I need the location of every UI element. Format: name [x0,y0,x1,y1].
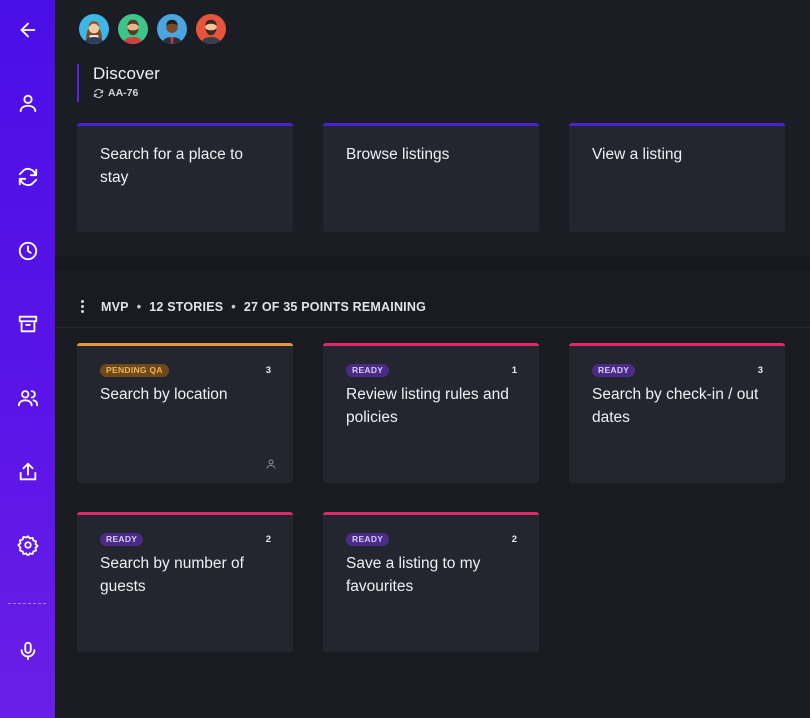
sidebar-item-profile[interactable] [0,83,55,123]
user-icon [266,459,276,469]
avatar[interactable] [155,12,189,46]
release-divider [55,327,810,328]
clock-icon [18,241,37,261]
story-title: Search by location [100,386,228,403]
avatar[interactable] [194,12,228,46]
archive-icon [18,315,37,333]
story-status-bar [569,343,785,346]
sync-icon [93,88,104,98]
woman-avatar-icon [79,14,109,44]
feature-card[interactable]: Search for a place to stay [77,123,293,232]
story-status-bar [77,343,293,346]
separator-dot: • [231,299,236,314]
status-badge: READY [100,533,144,546]
story-status-bar [77,512,293,515]
status-badge: READY [592,364,636,377]
share-icon [19,462,36,481]
settings-gear-icon [16,535,39,556]
sidebar-item-archive[interactable] [0,304,55,344]
bearded-man-avatar-icon [118,14,148,44]
feature-card[interactable]: Browse listings [323,123,539,232]
sidebar-item-history[interactable] [0,231,55,271]
story-title: Search by number of guests [100,555,244,595]
feature-title: Browse listings [346,146,450,163]
separator-dot: • [136,299,142,314]
assignee-button[interactable] [265,457,277,469]
story-title: Search by check-in / out dates [592,386,759,426]
section-divider [55,256,810,270]
story-title: Save a listing to my favourites [346,555,481,595]
story-card[interactable]: READY 2 Save a listing to my favourites [323,512,539,652]
man-suit-avatar-icon [157,14,187,44]
feature-card-bar [77,123,293,126]
sidebar [0,0,55,718]
epic-title: Discover [93,64,160,83]
status-badge: PENDING QA [100,364,169,377]
story-map: Discover AA-76 Search for a place to sta… [55,0,810,718]
story-points: 1 [511,365,517,376]
refresh-icon [18,168,37,186]
status-badge: READY [346,364,390,377]
release-name: MVP [101,299,129,314]
release-header: MVP • 12 STORIES • 27 OF 35 POINTS REMAI… [77,299,426,314]
back-arrow-icon [20,22,35,38]
release-story-count: 12 STORIES [149,299,224,314]
users-icon [17,390,38,407]
status-badge: READY [346,533,390,546]
sidebar-item-export[interactable] [0,452,55,492]
microphone-icon [20,641,35,661]
story-card[interactable]: PENDING QA 3 Search by location [77,343,293,483]
user-icon [19,94,36,113]
back-button[interactable] [0,10,55,50]
story-card[interactable]: READY 2 Search by number of guests [77,512,293,652]
epic-header[interactable]: Discover AA-76 [77,64,160,102]
avatar[interactable] [77,12,111,46]
story-card[interactable]: READY 1 Review listing rules and policie… [323,343,539,483]
story-status-bar [323,512,539,515]
story-card[interactable]: READY 3 Search by check-in / out dates [569,343,785,483]
story-status-bar [323,343,539,346]
sidebar-item-settings[interactable] [0,525,55,565]
feature-card-bar [323,123,539,126]
story-points: 3 [757,365,763,376]
epic-id: AA-76 [93,87,160,99]
feature-title: View a listing [592,146,683,163]
feature-card[interactable]: View a listing [569,123,785,232]
story-title: Review listing rules and policies [346,386,509,426]
epic-section: Discover AA-76 Search for a place to sta… [55,0,810,256]
sidebar-item-team[interactable] [0,378,55,418]
story-points: 2 [511,534,517,545]
sidebar-divider [8,603,46,604]
release-points-remaining: 27 OF 35 POINTS REMAINING [243,299,426,314]
voice-input-button[interactable] [0,631,55,671]
redhead-man-avatar-icon [196,14,226,44]
story-points: 2 [265,534,271,545]
epic-id-label: AA-76 [108,87,139,99]
kebab-menu-icon[interactable] [77,299,87,314]
story-points: 3 [265,365,271,376]
feature-title: Search for a place to stay [100,146,244,186]
sidebar-item-sync[interactable] [0,157,55,197]
avatar[interactable] [116,12,150,46]
collaborator-avatars [77,12,233,46]
feature-card-bar [569,123,785,126]
